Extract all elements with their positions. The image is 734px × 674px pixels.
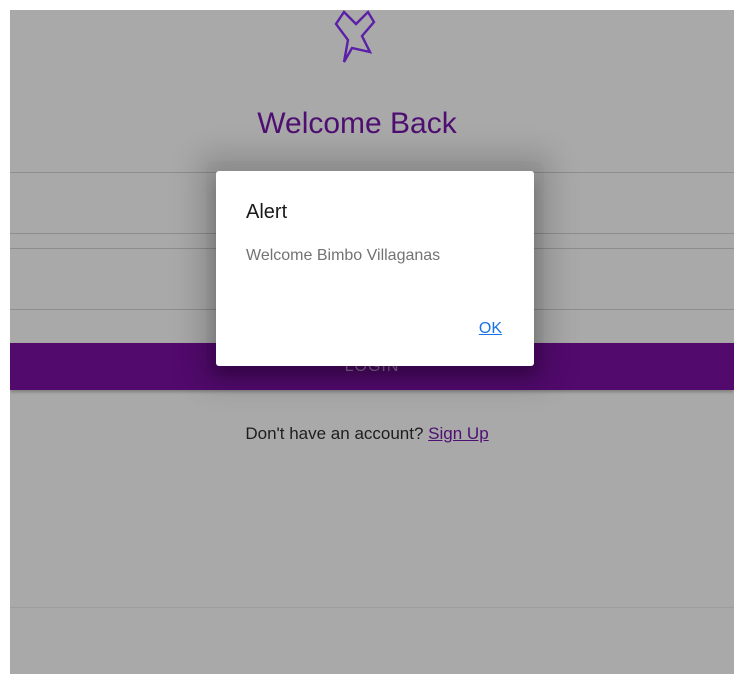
signup-prompt-text: Don't have an account? [245, 424, 424, 443]
alert-message: Welcome Bimbo Villaganas [246, 247, 441, 264]
ribbon-logo-icon [334, 10, 376, 63]
page-title: Welcome Back [257, 107, 457, 140]
bottom-divider [10, 607, 734, 608]
signup-prompt-line: Don't have an account? Sign Up [10, 424, 734, 444]
screen: Welcome Back LOGIN Don't have an account… [0, 0, 734, 674]
alert-title: Alert [246, 201, 288, 223]
ok-button[interactable]: OK [479, 320, 502, 338]
signup-link[interactable]: Sign Up [428, 424, 488, 443]
alert-dialog: Alert Welcome Bimbo Villaganas OK [216, 171, 534, 366]
